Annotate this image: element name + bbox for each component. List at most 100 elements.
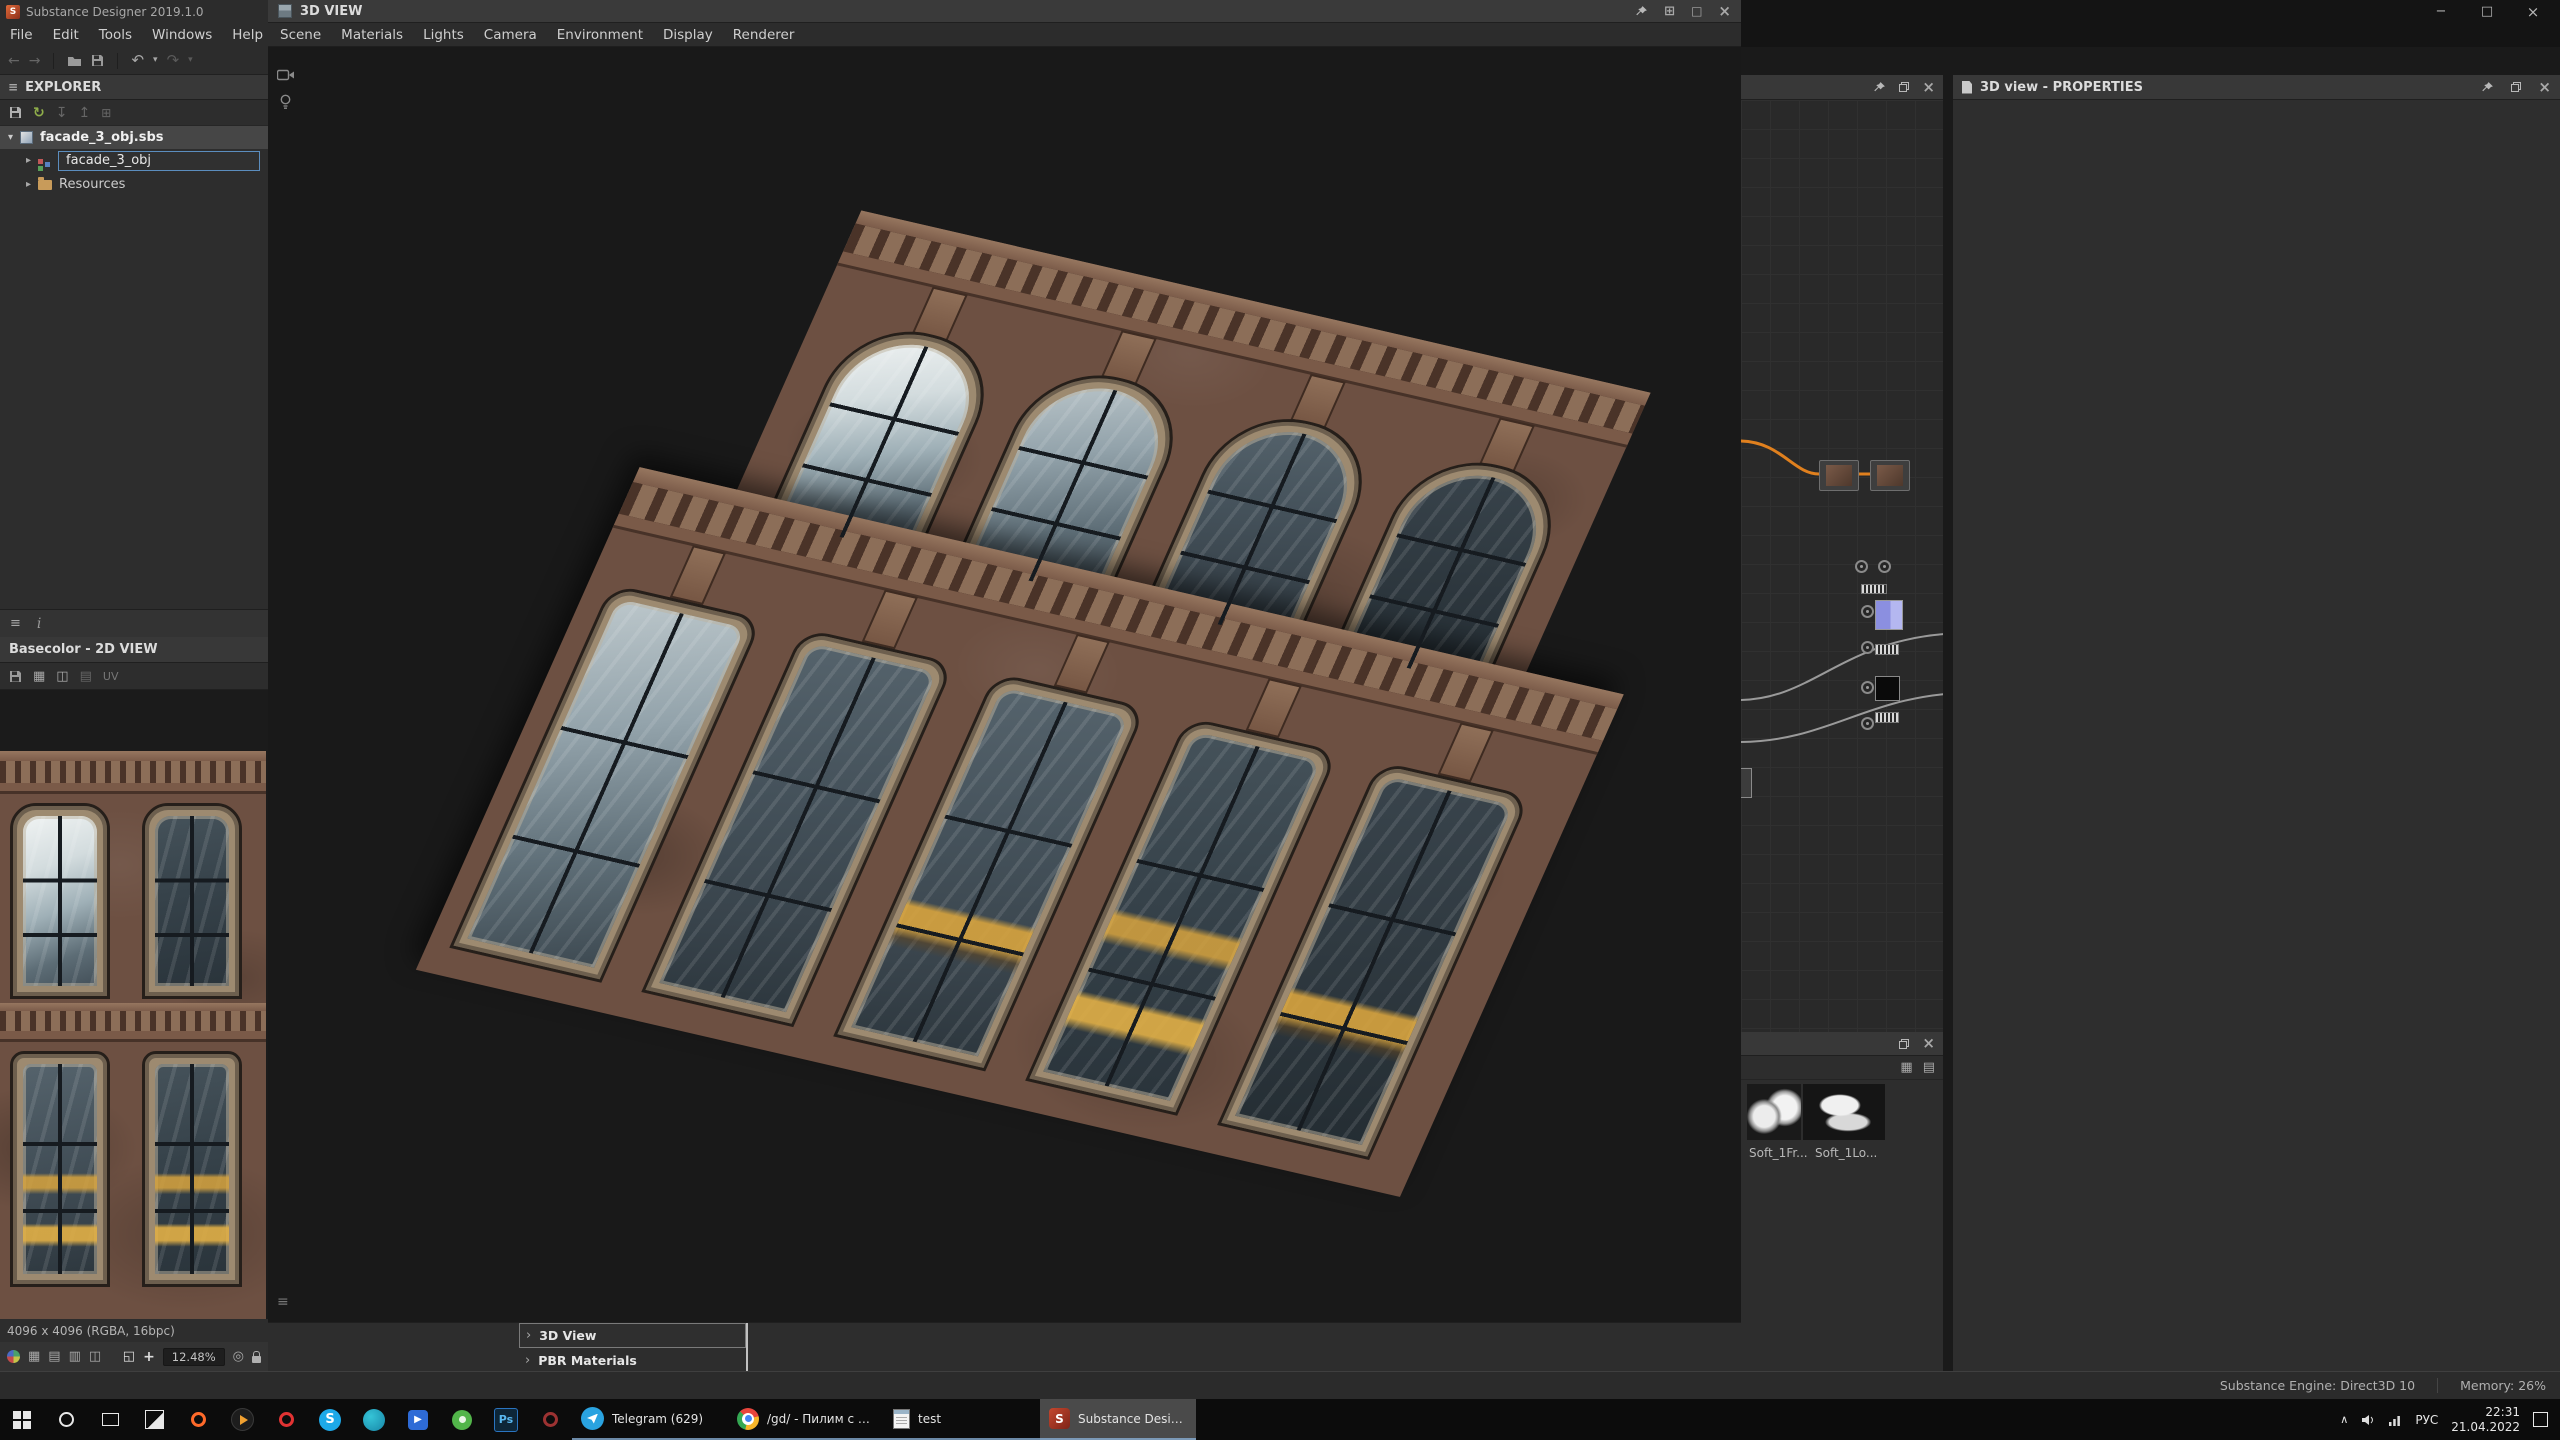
maximize-window-icon[interactable]: □ xyxy=(2464,0,2510,23)
menu-windows[interactable]: Windows xyxy=(142,27,222,43)
node-connector[interactable] xyxy=(1861,717,1874,730)
menu-display[interactable]: Display xyxy=(653,27,723,43)
taskbar-substance-designer[interactable]: S Substance Designer... xyxy=(1040,1399,1196,1440)
save-image-icon[interactable] xyxy=(9,670,22,683)
tree-row-graph[interactable]: ▸ facade_3_obj xyxy=(0,149,268,173)
light-icon[interactable] xyxy=(279,94,292,110)
browser-red-button[interactable] xyxy=(264,1399,308,1440)
view3d-viewport[interactable]: ≡ xyxy=(268,47,1741,1322)
import-icon[interactable]: ↧ xyxy=(56,106,68,120)
blue-app-button[interactable]: ▶ xyxy=(396,1399,440,1440)
network-icon[interactable] xyxy=(2388,1414,2402,1426)
restore-icon[interactable] xyxy=(2510,81,2522,93)
photoshop-button[interactable]: Ps xyxy=(484,1399,528,1440)
menu-camera[interactable]: Camera xyxy=(474,27,547,43)
redo-icon[interactable]: ↷ xyxy=(167,53,180,68)
close-icon[interactable]: × xyxy=(1922,80,1935,95)
menu-tools[interactable]: Tools xyxy=(89,27,142,43)
close-icon[interactable]: × xyxy=(1922,1036,1935,1051)
menu-scene[interactable]: Scene xyxy=(270,27,331,43)
tree-row-package[interactable]: ▾ facade_3_obj.sbs xyxy=(0,126,268,149)
dock-icon[interactable]: ≡ xyxy=(10,617,21,630)
properties-panel-header[interactable]: 3D view - PROPERTIES × xyxy=(1953,75,2560,100)
image-icon[interactable]: ▦ xyxy=(33,670,45,683)
taskbar-chrome[interactable]: /gd/ - Пилим с то... xyxy=(728,1399,884,1440)
maximize-icon[interactable]: □ xyxy=(1691,5,1702,17)
taskbar-notepad[interactable]: test xyxy=(884,1399,1040,1440)
tree-row-resources[interactable]: ▸ Resources xyxy=(0,173,268,196)
taskbar-telegram[interactable]: Telegram (629) xyxy=(572,1399,728,1440)
graph-canvas[interactable] xyxy=(1741,100,1943,1032)
menu-help[interactable]: Help xyxy=(222,27,273,43)
forward-icon[interactable]: → xyxy=(29,54,41,68)
node-connector[interactable] xyxy=(1861,681,1874,694)
browser-orange-button[interactable] xyxy=(176,1399,220,1440)
graph-label[interactable]: facade_3_obj xyxy=(58,151,260,171)
gradient-node[interactable] xyxy=(1875,644,1899,655)
link-icon[interactable]: ⊞ xyxy=(101,107,111,119)
pin-icon[interactable] xyxy=(2481,81,2494,94)
zoom-level-field[interactable]: 12.48% xyxy=(163,1348,225,1366)
library-item-label[interactable]: Soft_1Lo... xyxy=(1815,1146,1877,1160)
fit-view-icon[interactable]: ◱ xyxy=(123,1350,135,1363)
graph-panel-header[interactable]: × xyxy=(1741,75,1943,100)
gradient-node[interactable] xyxy=(1861,584,1887,594)
gradient-node[interactable] xyxy=(1875,712,1899,723)
language-indicator[interactable]: РУС xyxy=(2415,1413,2438,1427)
caret-right-icon[interactable]: ▸ xyxy=(26,156,31,166)
restore-icon[interactable] xyxy=(1898,81,1910,93)
menu-lights[interactable]: Lights xyxy=(413,27,474,43)
save-package-icon[interactable] xyxy=(9,106,22,119)
viewport-options-icon[interactable]: ≡ xyxy=(277,1295,289,1309)
section-pbr-materials[interactable]: › PBR Materials xyxy=(519,1348,746,1372)
undo-dropdown-icon[interactable]: ▾ xyxy=(153,56,158,65)
expand-icon[interactable]: › xyxy=(525,1354,530,1367)
info-icon[interactable]: i xyxy=(37,616,41,632)
library-item-label[interactable]: Soft_1Fr... xyxy=(1749,1146,1808,1160)
lock-zoom-icon[interactable] xyxy=(252,1356,261,1363)
caret-down-icon[interactable]: ▾ xyxy=(8,133,13,143)
undo-icon[interactable]: ↶ xyxy=(131,53,144,68)
export-icon[interactable]: ↥ xyxy=(78,106,90,120)
split-view-icon[interactable]: ◫ xyxy=(56,670,68,683)
node-connector[interactable] xyxy=(1878,560,1891,573)
thumbnail-view-icon[interactable]: ▦ xyxy=(1900,1061,1912,1074)
node-connector[interactable] xyxy=(1855,560,1868,573)
volume-icon[interactable] xyxy=(2361,1414,2375,1426)
task-view-button[interactable] xyxy=(88,1399,132,1440)
view2d-canvas[interactable] xyxy=(0,690,268,1319)
library-panel-header[interactable]: × xyxy=(1741,1032,1943,1056)
search-button[interactable] xyxy=(44,1399,88,1440)
camera-icon[interactable] xyxy=(277,68,295,81)
graph-node[interactable] xyxy=(1870,460,1910,491)
histogram-icon[interactable]: ▥ xyxy=(69,1350,81,1363)
node-connector[interactable] xyxy=(1861,605,1874,618)
center-view-icon[interactable]: + xyxy=(143,1350,155,1364)
uniform-color-node[interactable] xyxy=(1875,600,1903,630)
minimize-window-icon[interactable]: − xyxy=(2418,0,2464,23)
restore-icon[interactable] xyxy=(1898,1038,1910,1050)
checker-icon[interactable]: ▦ xyxy=(28,1350,40,1363)
library-item-thumbnail[interactable] xyxy=(1747,1084,1801,1140)
green-app-button[interactable] xyxy=(440,1399,484,1440)
grid-icon[interactable]: ▤ xyxy=(48,1350,60,1363)
pin-icon[interactable] xyxy=(1635,5,1648,18)
photos-app-button[interactable] xyxy=(132,1399,176,1440)
pixel-ratio-icon[interactable]: ◎ xyxy=(233,1350,244,1363)
start-button[interactable] xyxy=(0,1399,44,1440)
list-view-icon[interactable]: ▤ xyxy=(1923,1061,1935,1074)
view3d-header[interactable]: 3D VIEW ⊞ □ × xyxy=(268,0,1741,23)
pin-icon[interactable] xyxy=(1873,81,1886,94)
uv-toggle[interactable]: UV xyxy=(103,670,119,683)
layout-grid-icon[interactable]: ⊞ xyxy=(1664,5,1675,18)
hidden-icons-chevron[interactable]: ∧ xyxy=(2340,1414,2348,1425)
channels-icon[interactable] xyxy=(7,1350,20,1363)
open-folder-icon[interactable] xyxy=(67,55,82,67)
tiling-icon[interactable]: ▤ xyxy=(80,670,92,683)
menu-materials[interactable]: Materials xyxy=(331,27,413,43)
skype-button[interactable]: S xyxy=(308,1399,352,1440)
teal-app-button[interactable] xyxy=(352,1399,396,1440)
color-node-black[interactable] xyxy=(1875,676,1900,701)
close-icon[interactable]: × xyxy=(1718,4,1731,19)
back-icon[interactable]: ← xyxy=(8,54,20,68)
